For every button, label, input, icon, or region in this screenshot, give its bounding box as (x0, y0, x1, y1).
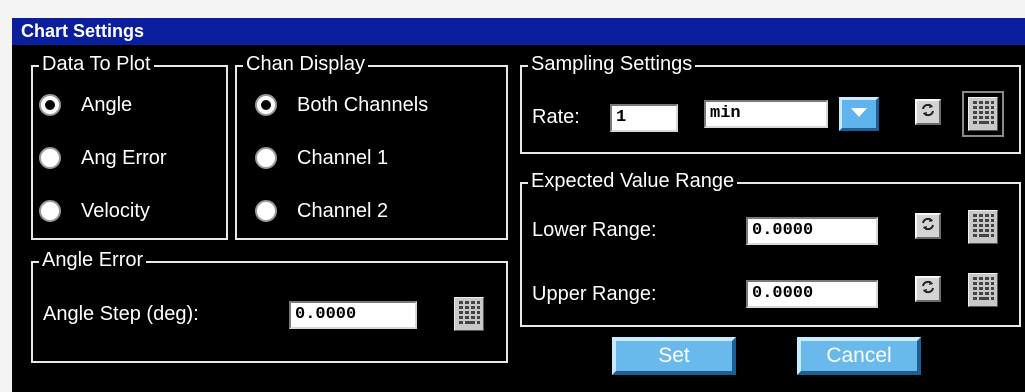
radio-label: Both Channels (297, 93, 429, 116)
angle-error-group: Angle Error Angle Step (deg): 0.0000 (31, 248, 508, 363)
refresh-icon (920, 279, 936, 300)
keypad-icon[interactable] (968, 210, 998, 244)
sampling-settings-legend: Sampling Settings (528, 52, 696, 76)
expected-value-range-legend: Expected Value Range (528, 169, 738, 193)
radio-label: Channel 2 (297, 199, 389, 222)
upper-range-field[interactable]: 0.0000 (746, 280, 878, 308)
refresh-button[interactable] (915, 99, 941, 125)
angle-step-field[interactable]: 0.0000 (289, 301, 417, 329)
radio-checked-icon (39, 94, 61, 116)
upper-range-label: Upper Range: (532, 283, 657, 305)
keypad-icon[interactable] (968, 273, 998, 307)
cancel-button[interactable]: Cancel (797, 337, 921, 375)
sampling-settings-group: Sampling Settings Rate: 1 min (520, 52, 1021, 154)
radio-unchecked-icon (255, 200, 277, 222)
angle-error-legend: Angle Error (39, 248, 147, 272)
radio-ang-error[interactable]: Ang Error (39, 143, 167, 173)
refresh-icon (920, 102, 936, 123)
lower-refresh-button[interactable] (915, 213, 941, 239)
data-to-plot-legend: Data To Plot (39, 52, 154, 76)
keypad-icon[interactable] (454, 297, 484, 331)
radio-label: Angle (81, 93, 133, 116)
top-edge (0, 0, 1025, 18)
set-button[interactable]: Set (612, 337, 736, 375)
radio-unchecked-icon (255, 147, 277, 169)
expected-value-range-group: Expected Value Range Lower Range: 0.0000 (520, 169, 1021, 327)
angle-step-label: Angle Step (deg): (43, 303, 199, 325)
chan-display-legend: Chan Display (243, 52, 368, 76)
rate-field[interactable]: 1 (610, 104, 678, 132)
radio-channel-2[interactable]: Channel 2 (255, 196, 388, 226)
radio-both-channels[interactable]: Both Channels (255, 90, 428, 120)
refresh-icon (920, 216, 936, 237)
upper-refresh-button[interactable] (915, 276, 941, 302)
radio-unchecked-icon (39, 200, 61, 222)
radio-label: Channel 1 (297, 146, 389, 169)
chevron-down-icon (850, 105, 868, 123)
radio-label: Velocity (81, 199, 150, 222)
chart-settings-window: Chart Settings Data To Plot Angle Ang Er… (0, 0, 1025, 392)
window-title: Chart Settings (12, 18, 1025, 45)
unit-select[interactable]: min (704, 100, 828, 128)
radio-label: Ang Error (81, 146, 167, 169)
radio-angle[interactable]: Angle (39, 90, 132, 120)
radio-channel-1[interactable]: Channel 1 (255, 143, 388, 173)
left-edge (0, 18, 12, 392)
unit-dropdown-button[interactable] (839, 97, 879, 131)
lower-range-field[interactable]: 0.0000 (746, 217, 878, 245)
radio-velocity[interactable]: Velocity (39, 196, 150, 226)
radio-checked-icon (255, 94, 277, 116)
lower-range-label: Lower Range: (532, 219, 657, 241)
data-to-plot-group: Data To Plot Angle Ang Error Velocity (31, 52, 228, 240)
radio-unchecked-icon (39, 147, 61, 169)
dialog-content: Data To Plot Angle Ang Error Velocity Ch… (12, 45, 1025, 392)
rate-label: Rate: (532, 106, 580, 128)
keypad-icon[interactable] (968, 97, 998, 131)
chan-display-group: Chan Display Both Channels Channel 1 Cha… (235, 52, 508, 240)
